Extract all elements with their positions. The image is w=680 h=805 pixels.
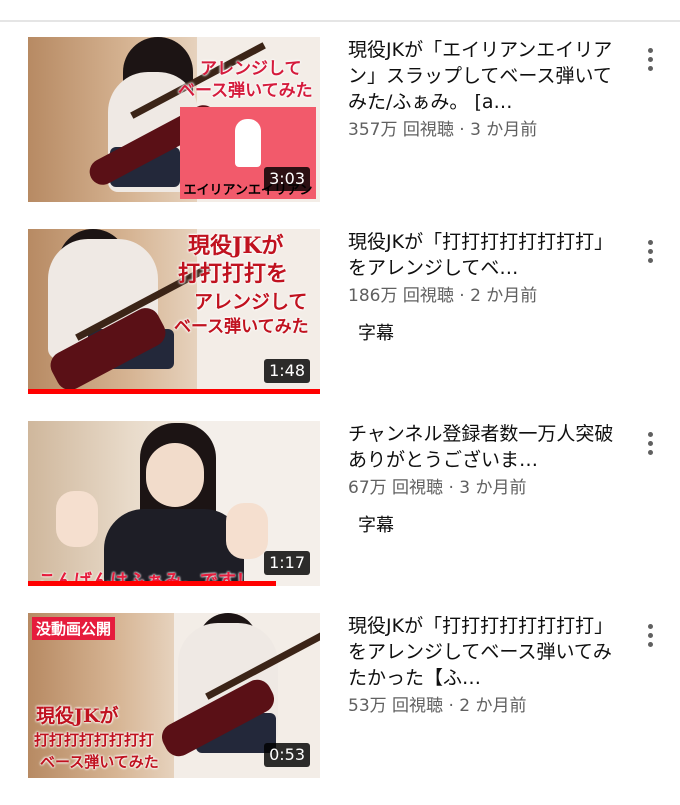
captions-badge: 字幕 (358, 323, 394, 344)
thumbnail-overlay-line: ベース弾いてみた (174, 317, 309, 337)
video-thumbnail[interactable]: 現役JKが 打打打打を アレンジして ベース弾いてみた 1:48 (28, 229, 320, 394)
thumbnail-overlay-line: アレンジして (194, 291, 308, 313)
video-title[interactable]: 現役JKが「エイリアンエイリアン」スラップしてベース弾いてみた/ふぁみ。 [a… (348, 37, 618, 115)
duration-badge: 0:53 (264, 742, 310, 767)
view-count: 357万 回視聴 (348, 120, 454, 140)
more-vert-icon[interactable] (636, 425, 664, 461)
thumbnail-overlay-line: 現役JKが (188, 233, 284, 259)
view-count: 186万 回視聴 (348, 286, 454, 306)
duration-badge: 1:17 (264, 550, 310, 575)
thumbnail-overlay-line: 打打打打を (178, 261, 289, 287)
upload-age: 2 か月前 (470, 286, 538, 306)
video-meta: 186万 回視聴 · 2 か月前 (348, 285, 618, 307)
video-info: チャンネル登録者数一万人突破ありがとうございま… 67万 回視聴 · 3 か月前… (348, 421, 618, 539)
video-item[interactable]: こんばんはふぁみ。です！ 1:17 チャンネル登録者数一万人突破ありがとうござい… (0, 421, 680, 601)
thumbnail-overlay-line: 現役JKが (36, 705, 119, 727)
thumbnail-overlay-line: アレンジして (200, 59, 302, 79)
thumbnail-overlay-line: ベース弾いてみた (40, 753, 159, 771)
meta-separator: · (453, 120, 471, 140)
upload-age: 3 か月前 (470, 120, 538, 140)
video-item[interactable]: 現役JKが 打打打打を アレンジして ベース弾いてみた 1:48 現役JKが「打… (0, 229, 680, 409)
duration-badge: 1:48 (264, 358, 310, 383)
view-count: 53万 回視聴 (348, 696, 444, 716)
captions-badge: 字幕 (358, 515, 394, 536)
thumbnail-overlay-line: ベース弾いてみた (178, 81, 313, 101)
watch-progress-bar (28, 581, 277, 586)
duration-badge: 3:03 (264, 166, 310, 191)
thumbnail-overlay-line: 打打打打打打打打 (34, 731, 155, 749)
video-item[interactable]: 没動画公開 現役JKが 打打打打打打打打 ベース弾いてみた 0:53 現役JKが… (0, 613, 680, 793)
more-vert-icon[interactable] (636, 617, 664, 653)
meta-separator: · (453, 286, 471, 306)
view-count: 67万 回視聴 (348, 478, 444, 498)
video-title[interactable]: 現役JKが「打打打打打打打打」をアレンジしてベ… (348, 229, 618, 281)
more-vert-icon[interactable] (636, 233, 664, 269)
video-thumbnail[interactable]: 没動画公開 現役JKが 打打打打打打打打 ベース弾いてみた 0:53 (28, 613, 320, 778)
meta-separator: · (443, 478, 460, 498)
upload-age: 3 か月前 (459, 478, 527, 498)
top-divider (0, 20, 680, 22)
video-item[interactable]: アレンジして ベース弾いてみた エイリアンエイリアン 3:03 現役JKが「エイ… (0, 37, 680, 217)
video-meta: 67万 回視聴 · 3 か月前 (348, 477, 618, 499)
video-title[interactable]: チャンネル登録者数一万人突破ありがとうございま… (348, 421, 618, 473)
watch-progress-bar (28, 389, 320, 394)
video-info: 現役JKが「打打打打打打打打」をアレンジしてベ… 186万 回視聴 · 2 か月… (348, 229, 618, 347)
video-info: 現役JKが「エイリアンエイリアン」スラップしてベース弾いてみた/ふぁみ。 [a…… (348, 37, 618, 141)
thumbnail-overlay-banner: 没動画公開 (32, 617, 116, 640)
video-title[interactable]: 現役JKが「打打打打打打打打」をアレンジしてベース弾いてみたかった【ふ… (348, 613, 618, 691)
video-meta: 357万 回視聴 · 3 か月前 (348, 119, 618, 141)
more-vert-icon[interactable] (636, 41, 664, 77)
video-thumbnail[interactable]: こんばんはふぁみ。です！ 1:17 (28, 421, 320, 586)
video-info: 現役JKが「打打打打打打打打」をアレンジしてベース弾いてみたかった【ふ… 53万… (348, 613, 618, 717)
video-meta: 53万 回視聴 · 2 か月前 (348, 695, 618, 717)
upload-age: 2 か月前 (459, 696, 527, 716)
meta-separator: · (443, 696, 460, 716)
video-thumbnail[interactable]: アレンジして ベース弾いてみた エイリアンエイリアン 3:03 (28, 37, 320, 202)
